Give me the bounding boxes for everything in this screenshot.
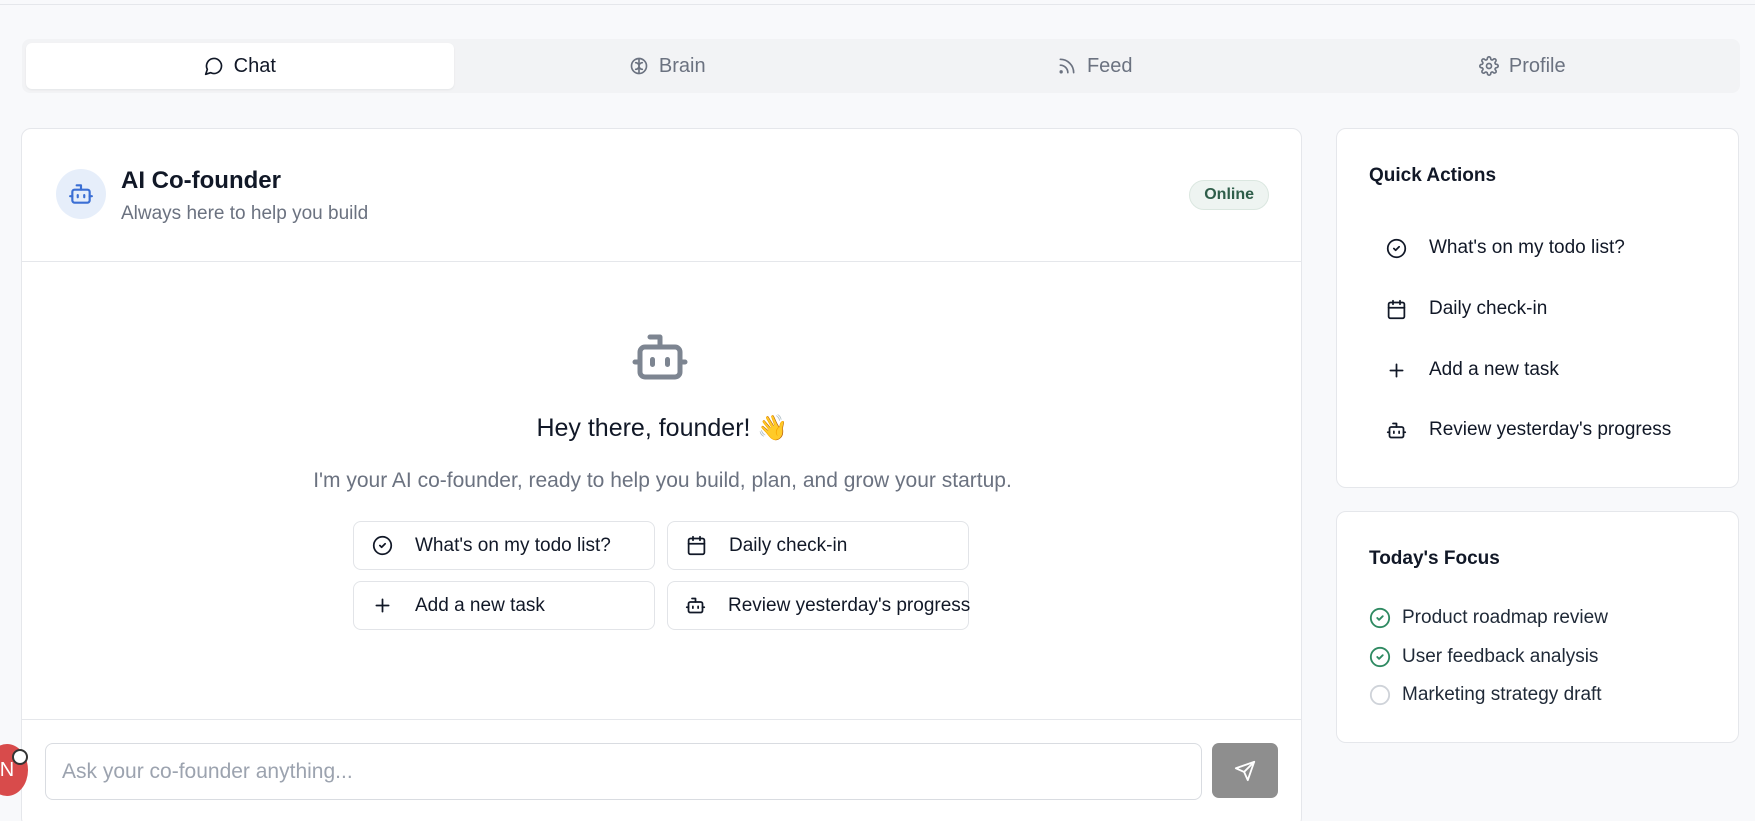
focus-item: User feedback analysis [1369, 646, 1598, 668]
suggestion-todo-button[interactable]: What's on my todo list? [353, 521, 655, 570]
send-icon [1234, 760, 1256, 781]
check-circle-icon [1369, 646, 1391, 668]
bot-icon [69, 184, 93, 204]
plus-icon [1389, 363, 1403, 377]
quick-action-add-task[interactable]: Add a new task [1385, 350, 1559, 390]
tab-brain[interactable]: Brain [454, 43, 882, 89]
quick-actions-title: Quick Actions [1369, 165, 1497, 186]
tab-feed[interactable]: Feed [881, 43, 1309, 89]
brain-icon [630, 57, 648, 75]
chat-subtitle: Always here to help you build [121, 203, 369, 224]
tab-chat[interactable]: Chat [26, 43, 454, 89]
suggestion-review-button[interactable]: Review yesterday's progress [667, 581, 971, 630]
suggestion-checkin-button[interactable]: Daily check-in [667, 521, 969, 570]
notification-dot [12, 749, 28, 765]
focus-item-label: User feedback analysis [1402, 646, 1599, 667]
quick-action-label: Daily check-in [1429, 298, 1548, 319]
quick-actions-card: Quick Actions What's on my todo list? Da… [1336, 128, 1739, 488]
suggestion-label: Review yesterday's progress [728, 594, 971, 616]
tab-label: Feed [1086, 54, 1133, 77]
chat-panel: AI Co-founder Always here to help you bu… [21, 128, 1302, 821]
quick-action-review[interactable]: Review yesterday's progress [1385, 410, 1671, 450]
chat-title: AI Co-founder [121, 167, 281, 194]
bot-icon [685, 597, 706, 614]
calendar-icon [1387, 299, 1405, 319]
focus-item: Product roadmap review [1369, 607, 1608, 629]
chat-header: AI Co-founder Always here to help you bu… [22, 129, 1301, 262]
bot-icon [632, 334, 688, 380]
composer [22, 719, 1301, 821]
quick-action-label: What's on my todo list? [1429, 237, 1625, 258]
todays-focus-card: Today's Focus Product roadmap review Use… [1336, 511, 1739, 743]
check-circle-icon [1369, 607, 1391, 629]
main-tabs: Chat Brain Feed Profile [22, 39, 1740, 93]
chat-input[interactable] [45, 743, 1202, 800]
check-circle-icon [1386, 238, 1406, 258]
chat-bubble-icon [204, 57, 222, 76]
empty-circle-icon [1369, 684, 1391, 706]
suggestion-label: What's on my todo list? [415, 534, 611, 556]
bot-icon [1386, 422, 1406, 438]
send-button[interactable] [1212, 743, 1278, 798]
quick-action-label: Add a new task [1429, 359, 1559, 380]
focus-item-label: Marketing strategy draft [1402, 684, 1602, 705]
quick-action-label: Review yesterday's progress [1429, 419, 1672, 440]
calendar-icon [687, 535, 705, 556]
avatar [56, 169, 106, 219]
tab-label: Chat [233, 54, 276, 77]
rss-icon [1059, 58, 1075, 74]
todays-focus-title: Today's Focus [1369, 548, 1500, 569]
tab-profile[interactable]: Profile [1309, 43, 1737, 89]
focus-item-label: Product roadmap review [1402, 607, 1608, 628]
suggestion-add-task-button[interactable]: Add a new task [353, 581, 655, 630]
greeting: Hey there, founder! 👋 [536, 414, 789, 442]
top-border [0, 4, 1755, 5]
suggestion-label: Add a new task [415, 594, 545, 616]
quick-action-checkin[interactable]: Daily check-in [1385, 289, 1547, 329]
tab-label: Brain [658, 54, 706, 77]
gear-icon [1478, 56, 1499, 76]
tab-label: Profile [1508, 54, 1566, 77]
check-circle-icon [372, 535, 392, 556]
plus-icon [375, 598, 389, 613]
suggestion-label: Daily check-in [729, 534, 848, 556]
quick-action-todo[interactable]: What's on my todo list? [1385, 228, 1625, 268]
status-badge: Online [1189, 180, 1269, 210]
focus-item: Marketing strategy draft [1369, 684, 1602, 706]
intro-text: I'm your AI co-founder, ready to help yo… [313, 469, 1012, 492]
